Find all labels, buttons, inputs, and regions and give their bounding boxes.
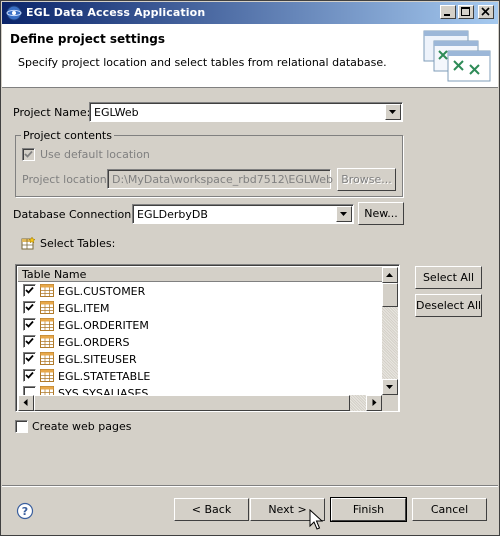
table-row-label: EGL.ITEM	[58, 302, 110, 315]
table-row-label: EGL.SITEUSER	[58, 353, 137, 366]
table-row[interactable]: EGL.SITEUSER	[18, 351, 382, 368]
footer-separator	[2, 485, 498, 487]
chevron-down-icon	[389, 110, 396, 114]
project-location-field: D:\MyData\workspace_rbd7512\EGLWeb	[107, 169, 334, 189]
table-icon	[40, 301, 54, 314]
browse-button: Browse...	[337, 168, 396, 191]
table-row-checkbox[interactable]	[23, 352, 36, 365]
project-contents-title: Project contents	[21, 129, 114, 142]
wizard-window: EGL Data Access Application Define proje…	[0, 0, 500, 536]
checkmark-icon	[25, 337, 34, 345]
checkmark-icon	[25, 354, 34, 362]
use-default-location-label: Use default location	[40, 148, 150, 161]
table-icon	[40, 318, 54, 331]
table-row-checkbox[interactable]	[23, 318, 36, 331]
table-row-checkbox[interactable]	[23, 335, 36, 348]
maximize-icon	[461, 7, 470, 16]
table-row-checkbox[interactable]	[23, 301, 36, 314]
table-row-label: EGL.CUSTOMER	[58, 285, 146, 298]
banner-description: Specify project location and select tabl…	[18, 56, 387, 69]
table-header[interactable]: Table Name	[18, 267, 382, 282]
deselect-all-button[interactable]: Deselect All	[415, 294, 482, 317]
table-row[interactable]: EGL.STATETABLE	[18, 368, 382, 385]
window-title: EGL Data Access Application	[26, 6, 206, 19]
checkmark-icon	[25, 320, 34, 328]
database-connection-label: Database Connection:	[13, 208, 135, 221]
project-name-combo[interactable]: EGLWeb	[89, 102, 403, 122]
project-location-value: D:\MyData\workspace_rbd7512\EGLWeb	[112, 173, 334, 186]
arrow-down-icon	[386, 385, 393, 389]
scroll-down-button[interactable]	[382, 379, 398, 395]
table-row-checkbox[interactable]	[23, 284, 36, 297]
close-icon	[481, 7, 490, 16]
project-name-label: Project Name:	[13, 106, 91, 119]
vertical-scroll-thumb[interactable]	[382, 283, 398, 307]
arrow-up-icon	[386, 273, 393, 277]
finish-button[interactable]: Finish	[330, 497, 407, 522]
project-name-value: EGLWeb	[94, 106, 139, 119]
select-tables-icon	[21, 236, 36, 250]
table-row[interactable]: EGL.ORDERS	[18, 334, 382, 351]
arrow-right-icon	[372, 399, 377, 406]
scrollbar-corner	[382, 395, 398, 411]
table-row[interactable]: EGL.ORDERITEM	[18, 317, 382, 334]
select-all-button[interactable]: Select All	[415, 266, 482, 289]
wizard-banner: Define project settings Specify project …	[2, 24, 498, 88]
create-web-pages-label: Create web pages	[32, 420, 132, 433]
tables-list[interactable]: Table Name EGL.CUSTOMER EGL.ITEM EGL.ORD…	[15, 264, 400, 412]
chevron-down-icon	[340, 212, 347, 216]
checkmark-icon	[25, 303, 34, 311]
vertical-scrollbar[interactable]	[382, 267, 398, 395]
table-icon	[40, 369, 54, 382]
minimize-icon	[444, 14, 450, 16]
wizard-graphic-icon	[423, 30, 491, 82]
database-connection-combo[interactable]: EGLDerbyDB	[132, 204, 354, 224]
select-tables-label: Select Tables:	[40, 237, 116, 250]
table-row-label: EGL.STATETABLE	[58, 370, 151, 383]
horizontal-scroll-thumb[interactable]	[34, 395, 350, 411]
scroll-up-button[interactable]	[382, 267, 398, 283]
table-icon	[40, 335, 54, 348]
banner-title: Define project settings	[10, 32, 166, 46]
table-row-label: EGL.ORDERITEM	[58, 319, 149, 332]
app-icon	[6, 5, 22, 21]
database-connection-value: EGLDerbyDB	[137, 208, 208, 221]
table-row-checkbox[interactable]	[23, 369, 36, 382]
minimize-button[interactable]	[440, 5, 456, 19]
table-row[interactable]: EGL.CUSTOMER	[18, 283, 382, 300]
arrow-left-icon	[23, 399, 28, 406]
checkmark-icon	[24, 150, 33, 158]
table-icon	[40, 352, 54, 365]
scroll-left-button[interactable]	[18, 395, 34, 411]
svg-text:?: ?	[22, 505, 28, 518]
checkmark-icon	[25, 371, 34, 379]
database-dropdown-button[interactable]	[336, 206, 352, 222]
close-button[interactable]	[478, 5, 494, 19]
checkmark-icon	[25, 286, 34, 294]
title-bar: EGL Data Access Application	[2, 2, 498, 24]
new-connection-button[interactable]: New...	[358, 202, 404, 225]
table-icon	[40, 284, 54, 297]
mouse-cursor-icon	[309, 509, 323, 530]
cancel-button[interactable]: Cancel	[412, 498, 487, 521]
table-row[interactable]: EGL.ITEM	[18, 300, 382, 317]
horizontal-scrollbar[interactable]	[18, 395, 382, 411]
back-button[interactable]: < Back	[174, 498, 249, 521]
use-default-location-checkbox[interactable]	[22, 148, 35, 161]
table-name-column-header: Table Name	[22, 268, 87, 281]
maximize-button[interactable]	[458, 5, 474, 19]
create-web-pages-checkbox[interactable]	[15, 420, 28, 433]
scroll-right-button[interactable]	[366, 395, 382, 411]
table-row-label: EGL.ORDERS	[58, 336, 130, 349]
project-name-dropdown-button[interactable]	[385, 104, 401, 120]
help-icon[interactable]: ?	[16, 502, 34, 520]
project-location-label: Project location:	[22, 173, 111, 186]
